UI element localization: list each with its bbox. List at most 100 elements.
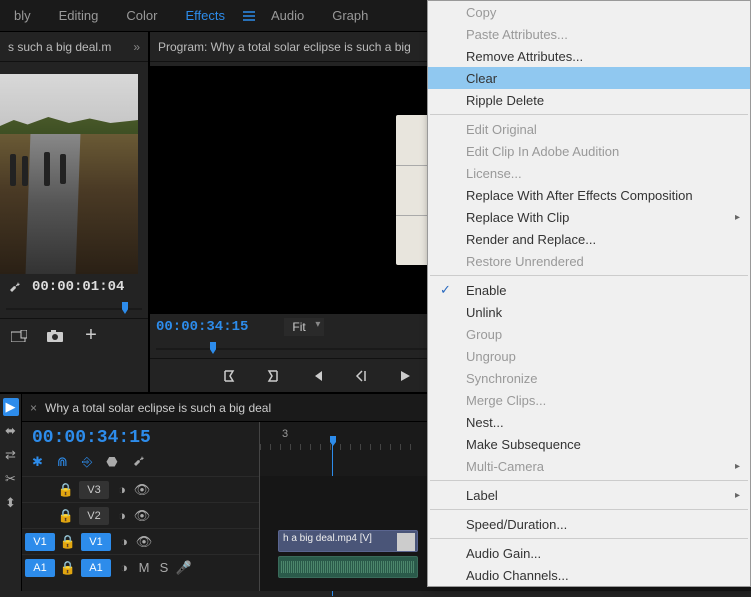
sync-lock-icon[interactable]: ◑ [114, 560, 134, 575]
play-icon[interactable] [396, 367, 414, 385]
track-headers: 🔒 V3 ◑ 👁 🔒 V2 ◑ 👁 V1 🔒 V1 ◑ [22, 476, 260, 591]
track-target-v1[interactable]: V1 [81, 533, 111, 551]
tab-color[interactable]: Color [112, 0, 171, 32]
source-panel: s such a big deal.m » 00:00:01:04 [0, 32, 150, 392]
tab-editing[interactable]: Editing [45, 0, 113, 32]
track-source-v1[interactable]: V1 [25, 533, 55, 551]
track-v2[interactable]: 🔒 V2 ◑ 👁 [22, 502, 259, 528]
camera-icon[interactable] [46, 327, 64, 345]
lock-icon[interactable]: 🔒 [56, 482, 76, 498]
track-v3[interactable]: 🔒 V3 ◑ 👁 [22, 476, 259, 502]
menu-ripple-delete[interactable]: Ripple Delete [428, 89, 750, 111]
close-icon[interactable]: × [30, 401, 37, 415]
mark-out-icon[interactable] [264, 367, 282, 385]
lock-icon[interactable]: 🔒 [58, 560, 78, 576]
program-timecode[interactable]: 00:00:34:15 [156, 319, 248, 335]
context-menu: Copy Paste Attributes... Remove Attribut… [427, 0, 751, 587]
track-a1[interactable]: A1 🔒 A1 ◑ M S 🎤 [22, 554, 259, 580]
submenu-arrow-icon: ▸ [735, 490, 740, 501]
track-source-a1[interactable]: A1 [25, 559, 55, 577]
source-header: s such a big deal.m » [0, 32, 148, 62]
menu-group[interactable]: Group [428, 323, 750, 345]
menu-remove-attributes[interactable]: Remove Attributes... [428, 45, 750, 67]
menu-label[interactable]: Label▸ [428, 484, 750, 506]
selection-tool-icon[interactable]: ▶ [3, 398, 19, 416]
menu-edit-audition[interactable]: Edit Clip In Adobe Audition [428, 140, 750, 162]
lock-icon[interactable]: 🔒 [58, 534, 78, 550]
menu-speed-duration[interactable]: Speed/Duration... [428, 513, 750, 535]
tab-assembly[interactable]: bly [0, 0, 45, 32]
menu-make-subsequence[interactable]: Make Subsequence [428, 433, 750, 455]
menu-nest[interactable]: Nest... [428, 411, 750, 433]
add-icon[interactable]: + [82, 327, 100, 345]
menu-merge-clips[interactable]: Merge Clips... [428, 389, 750, 411]
track-label-v2[interactable]: V2 [79, 507, 109, 525]
sync-lock-icon[interactable]: ◑ [112, 508, 132, 523]
check-icon: ✓ [440, 282, 451, 298]
clip-thumbnail [397, 533, 415, 551]
lock-icon[interactable]: 🔒 [56, 508, 76, 524]
menu-clear[interactable]: Clear [428, 67, 750, 89]
menu-synchronize[interactable]: Synchronize [428, 367, 750, 389]
snap-icon[interactable]: ✱ [32, 454, 43, 470]
mute-label[interactable]: M [134, 560, 154, 575]
step-back-icon[interactable] [352, 367, 370, 385]
ripple-tool-icon[interactable]: ⇄ [3, 446, 19, 464]
track-label-v3[interactable]: V3 [79, 481, 109, 499]
tab-audio[interactable]: Audio [257, 0, 318, 32]
linked-selection-icon[interactable]: ⎆ [82, 454, 92, 470]
razor-tool-icon[interactable]: ✂ [3, 470, 19, 488]
submenu-arrow-icon: ▸ [735, 461, 740, 472]
menu-replace-ae[interactable]: Replace With After Effects Composition [428, 184, 750, 206]
solo-label[interactable]: S [154, 560, 174, 575]
source-monitor[interactable] [0, 74, 138, 274]
menu-audio-channels[interactable]: Audio Channels... [428, 564, 750, 586]
menu-enable[interactable]: ✓Enable [428, 279, 750, 301]
source-chevrons-icon[interactable]: » [133, 40, 140, 54]
marker-icon[interactable]: ⬣ [106, 454, 117, 470]
menu-unlink[interactable]: Unlink [428, 301, 750, 323]
magnet-icon[interactable]: ⋒ [57, 454, 68, 470]
eye-icon[interactable]: 👁 [134, 534, 154, 550]
menu-copy[interactable]: Copy [428, 1, 750, 23]
menu-edit-original[interactable]: Edit Original [428, 118, 750, 140]
voice-icon[interactable]: 🎤 [174, 560, 194, 576]
export-frame-icon[interactable] [10, 327, 28, 345]
menu-ungroup[interactable]: Ungroup [428, 345, 750, 367]
clip-label: h a big deal.mp4 [V] [283, 533, 372, 544]
tab-effects[interactable]: Effects [171, 0, 239, 32]
sync-lock-icon[interactable]: ◑ [112, 482, 132, 497]
source-timecode[interactable]: 00:00:01:04 [32, 279, 124, 295]
effects-menu-icon[interactable] [241, 8, 257, 24]
timeline-options: ✱ ⋒ ⎆ ⬣ [22, 450, 259, 476]
menu-license[interactable]: License... [428, 162, 750, 184]
video-clip[interactable]: h a big deal.mp4 [V] [278, 530, 418, 552]
track-select-tool-icon[interactable]: ⬌ [3, 422, 19, 440]
eye-icon[interactable]: 👁 [132, 508, 152, 524]
menu-audio-gain[interactable]: Audio Gain... [428, 542, 750, 564]
sync-lock-icon[interactable]: ◑ [114, 534, 134, 549]
menu-render-replace[interactable]: Render and Replace... [428, 228, 750, 250]
source-scrub-bar[interactable] [0, 300, 148, 318]
track-v1[interactable]: V1 🔒 V1 ◑ 👁 [22, 528, 259, 554]
zoom-fit-select[interactable]: Fit [284, 318, 324, 336]
go-to-in-icon[interactable] [308, 367, 326, 385]
slip-tool-icon[interactable]: ⬍ [3, 494, 19, 512]
wrench-icon[interactable] [6, 278, 24, 296]
menu-replace-clip[interactable]: Replace With Clip▸ [428, 206, 750, 228]
eye-icon[interactable]: 👁 [132, 482, 152, 498]
source-title: s such a big deal.m [8, 40, 111, 54]
menu-paste-attributes[interactable]: Paste Attributes... [428, 23, 750, 45]
source-toolbar: + [0, 318, 148, 352]
timeline-tools: ▶ ⬌ ⇄ ✂ ⬍ [0, 394, 22, 591]
program-title: Program: Why a total solar eclipse is su… [158, 40, 411, 54]
track-target-a1[interactable]: A1 [81, 559, 111, 577]
ruler-mark: 3 [282, 428, 288, 440]
tab-graphics[interactable]: Graph [318, 0, 382, 32]
menu-restore-unrendered[interactable]: Restore Unrendered [428, 250, 750, 272]
mark-in-icon[interactable] [220, 367, 238, 385]
timeline-timecode[interactable]: 00:00:34:15 [22, 422, 259, 450]
settings-wrench-icon[interactable] [132, 454, 146, 470]
audio-clip[interactable] [278, 556, 418, 578]
menu-multi-camera[interactable]: Multi-Camera▸ [428, 455, 750, 477]
